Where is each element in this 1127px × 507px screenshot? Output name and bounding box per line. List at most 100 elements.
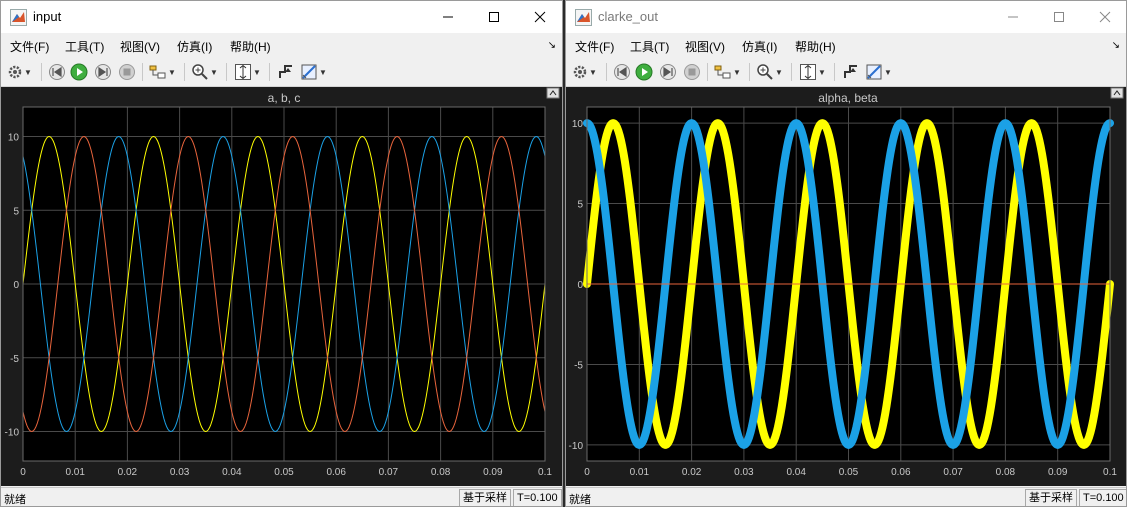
title-bar[interactable]: clarke_out [566,1,1126,33]
autoscale-icon [800,64,816,80]
y-tick-label: -5 [574,360,583,371]
toolbar-separator [41,63,42,81]
close-button[interactable] [517,1,562,33]
menu-help[interactable]: 帮助(H) [795,38,836,55]
x-tick-label: 0.1 [538,467,552,478]
step-forward-button[interactable] [659,62,677,82]
status-bar: 就绪 基于采样 T=0.100 [566,487,1126,506]
y-tick-label: 5 [13,206,19,217]
window-title: clarke_out [598,9,658,24]
close-button[interactable] [1082,1,1126,33]
trigger-icon [844,65,857,78]
autoscale-button[interactable]: ▼ [799,62,826,82]
chevron-down-icon: ▼ [210,67,218,77]
matlab-app-icon [10,9,27,26]
plot-panel: alpha, beta 0 0.01 0.02 0.03 0.04 0.05 0.06 0.07… [566,87,1126,486]
x-tick-label: 0.07 [943,467,963,478]
x-tick-label: 0.08 [431,467,451,478]
chevron-down-icon: ▼ [319,67,327,77]
run-button[interactable] [635,62,653,82]
status-time: T=0.100 [513,489,562,506]
x-tick-label: 0.03 [170,467,190,478]
step-forward-button[interactable] [94,62,112,82]
stop-icon [119,64,135,80]
scope-plot-alpha-beta[interactable]: alpha, beta 0 0.01 0.02 0.03 0.04 0.05 0.06 0.07… [566,87,1126,486]
stop-button[interactable] [683,62,701,82]
chevron-down-icon: ▼ [818,67,826,77]
run-button[interactable] [70,62,88,82]
status-time: T=0.100 [1079,489,1126,506]
y-tick-label: 10 [572,119,584,130]
status-bar: 就绪 基于采样 T=0.100 [1,487,562,506]
expand-icon[interactable] [546,87,560,99]
x-tick-label: 0.01 [65,467,85,478]
measurements-button[interactable]: ▼ [300,62,327,82]
scope-plot-abc[interactable]: a, b, c 0 0.01 0.02 0.03 0.04 0.05 0.06 0.07 0.08… [1,87,562,486]
step-back-button[interactable] [48,62,66,82]
menu-bar: 文件(F) 工具(T) 视图(V) 仿真(I) 帮助(H) ↘ [1,34,562,56]
plot-title: alpha, beta [818,91,878,105]
chevron-down-icon: ▼ [589,67,597,77]
y-tick-label: 0 [13,280,19,291]
measurements-button[interactable]: ▼ [865,62,892,82]
y-tick-label: -5 [10,354,19,365]
menu-view[interactable]: 视图(V) [120,38,160,55]
expand-icon-frame [546,87,560,99]
menu-file[interactable]: 文件(F) [10,38,49,55]
x-tick-label: 0.06 [891,467,911,478]
stop-button[interactable] [118,62,136,82]
expand-icon[interactable] [1110,87,1124,99]
highlight-button[interactable]: ▼ [149,62,176,82]
title-bar[interactable]: input [1,1,562,33]
maximize-button[interactable] [471,1,517,33]
autoscale-icon [235,64,251,80]
chevron-down-icon: ▼ [775,67,783,77]
step-back-button[interactable] [613,62,631,82]
window-title: input [33,9,62,24]
settings-button[interactable]: ▼ [572,62,597,82]
x-tick-label: 0.06 [326,467,346,478]
step-forward-icon [95,64,111,80]
minimize-button[interactable] [425,1,471,33]
status-sample-mode: 基于采样 [1025,489,1077,506]
menu-overflow-icon[interactable]: ↘ [1112,40,1120,51]
autoscale-button[interactable]: ▼ [234,62,261,82]
menu-tools[interactable]: 工具(T) [630,38,669,55]
settings-button[interactable]: ▼ [7,62,32,82]
x-tick-label: 0.05 [839,467,859,478]
minimize-icon [443,16,453,18]
menu-view[interactable]: 视图(V) [685,38,725,55]
close-icon [534,11,546,23]
menu-overflow-icon[interactable]: ↘ [548,40,556,51]
toolbar: ▼ ▼ ▼ ▼ ▼ [1,58,562,87]
trigger-button[interactable] [842,62,860,82]
zoom-in-icon [757,64,773,80]
step-forward-icon [660,64,676,80]
minimize-button[interactable] [990,1,1036,33]
trigger-button[interactable] [277,62,295,82]
highlight-button[interactable]: ▼ [714,62,741,82]
status-ready: 就绪 [4,494,26,506]
zoom-button[interactable]: ▼ [191,62,218,82]
y-tick-label: 5 [577,200,583,211]
menu-simulation[interactable]: 仿真(I) [177,38,212,55]
toolbar: ▼ ▼ ▼ ▼ ▼ [566,58,1126,87]
maximize-button[interactable] [1036,1,1082,33]
toolbar-separator [184,63,185,81]
expand-icon-frame [1110,87,1124,99]
menu-simulation[interactable]: 仿真(I) [742,38,777,55]
x-tick-label: 0 [20,467,26,478]
x-tick-label: 0.04 [786,467,806,478]
x-tick-label: 0.1 [1103,467,1117,478]
menu-help[interactable]: 帮助(H) [230,38,271,55]
play-icon [635,63,653,81]
menu-tools[interactable]: 工具(T) [65,38,104,55]
chevron-down-icon: ▼ [168,67,176,77]
scope-window-input: input 文件(F) 工具(T) 视图(V) 仿真(I) 帮助(H) ↘ ▼ [0,0,563,507]
zoom-button[interactable]: ▼ [756,62,783,82]
zoom-in-icon [192,64,208,80]
scope-window-clarke-out: clarke_out 文件(F) 工具(T) 视图(V) 仿真(I) 帮助(H)… [565,0,1127,507]
menu-file[interactable]: 文件(F) [575,38,614,55]
x-tick-label: 0.03 [734,467,754,478]
toolbar-separator [606,63,607,81]
